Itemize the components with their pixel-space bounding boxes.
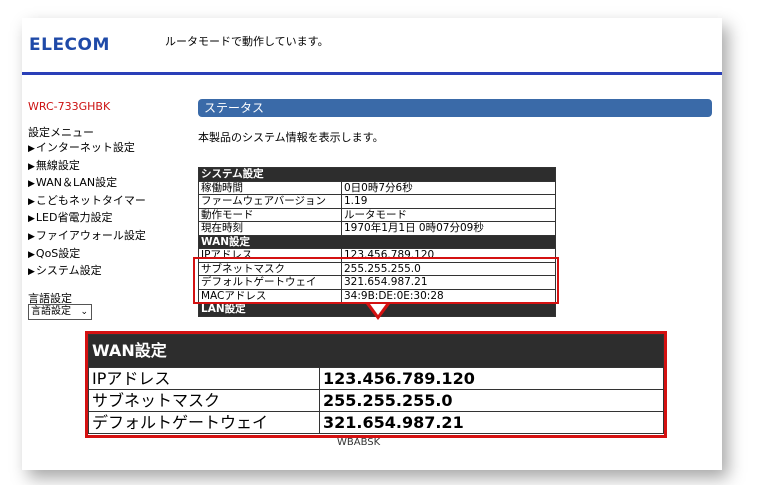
down-arrow-inner [370, 304, 386, 315]
zoom-row-key: デフォルトゲートウェイ [88, 411, 320, 434]
zoom-row-value: 321.654.987.21 [319, 411, 664, 434]
row-value: 0日0時7分6秒 [341, 180, 556, 195]
table-row: デフォルトゲートウェイ 321.654.987.21 [88, 411, 664, 434]
row-value: 1970年1月1日 0時07分09秒 [341, 221, 556, 236]
table-row: サブネットマスク 255.255.255.0 [88, 389, 664, 412]
zoom-header: WAN設定 [88, 334, 664, 368]
table-row: 稼働時間 0日0時7分6秒 [198, 180, 556, 195]
router-mode-message: ルータモードで動作しています。 [165, 35, 329, 48]
menu-item-qos[interactable]: ▶QoS設定 [28, 245, 146, 263]
triangle-right-icon: ▶ [28, 161, 35, 172]
settings-menu: ▶インターネット設定 ▶無線設定 ▶WAN＆LAN設定 ▶こどもネットタイマー … [28, 139, 146, 280]
table-row: 現在時刻 1970年1月1日 0時07分09秒 [198, 221, 556, 236]
page-description: 本製品のシステム情報を表示します。 [198, 131, 384, 144]
partial-row-value: WBABSK [337, 437, 381, 448]
elecom-logo: ELECOM [29, 35, 110, 55]
section-title: ステータス [204, 101, 265, 115]
menu-item-kids-timer[interactable]: ▶こどもネットタイマー [28, 192, 146, 210]
menu-item-wireless[interactable]: ▶無線設定 [28, 157, 146, 175]
row-value: ルータモード [341, 207, 556, 222]
wan-header: WAN設定 [198, 234, 556, 249]
zoom-row-key: IPアドレス [88, 367, 320, 390]
row-key: ファームウェアバージョン [198, 194, 342, 209]
menu-title: 設定メニュー [28, 126, 94, 139]
zoom-row-value: 255.255.255.0 [319, 389, 664, 412]
chevron-down-icon: ⌄ [80, 307, 88, 317]
triangle-right-icon: ▶ [28, 214, 35, 225]
triangle-right-icon: ▶ [28, 179, 35, 190]
menu-item-firewall[interactable]: ▶ファイアウォール設定 [28, 227, 146, 245]
triangle-right-icon: ▶ [28, 144, 35, 154]
zoom-row-key: サブネットマスク [88, 389, 320, 412]
section-title-bar: ステータス [198, 99, 712, 117]
table-row: ファームウェアバージョン 1.19 [198, 194, 556, 209]
zoom-row-value: 123.456.789.120 [319, 367, 664, 390]
table-header-row: システム設定 [198, 167, 556, 182]
zoomed-wan-callout: WAN設定 IPアドレス 123.456.789.120 サブネットマスク 255.… [85, 331, 667, 438]
triangle-right-icon: ▶ [28, 231, 35, 242]
language-select-value: 言語設定 [31, 306, 71, 317]
zoom-header-row: WAN設定 [88, 334, 664, 368]
triangle-right-icon: ▶ [28, 267, 35, 278]
table-row: IPアドレス 123.456.789.120 [88, 367, 664, 390]
triangle-right-icon: ▶ [28, 249, 35, 260]
row-value: 1.19 [341, 194, 556, 209]
system-header: システム設定 [198, 167, 556, 182]
menu-item-wan-lan[interactable]: ▶WAN＆LAN設定 [28, 174, 146, 192]
menu-item-system[interactable]: ▶システム設定 [28, 262, 146, 280]
zoomed-wan-table: WAN設定 IPアドレス 123.456.789.120 サブネットマスク 255.… [88, 334, 664, 434]
model-name: WRC-733GHBK [28, 100, 111, 113]
menu-item-led[interactable]: ▶LED省電力設定 [28, 209, 146, 227]
row-key: 動作モード [198, 207, 342, 222]
table-header-row: WAN設定 [198, 234, 556, 249]
row-key: 稼働時間 [198, 180, 342, 195]
wan-highlight-box [193, 257, 559, 304]
header-divider [22, 72, 722, 75]
menu-item-internet[interactable]: ▶インターネット設定 [28, 139, 146, 157]
table-row: 動作モード ルータモード [198, 207, 556, 222]
triangle-right-icon: ▶ [28, 196, 35, 207]
row-key: 現在時刻 [198, 221, 342, 236]
language-select[interactable]: 言語設定 ⌄ [28, 304, 92, 320]
